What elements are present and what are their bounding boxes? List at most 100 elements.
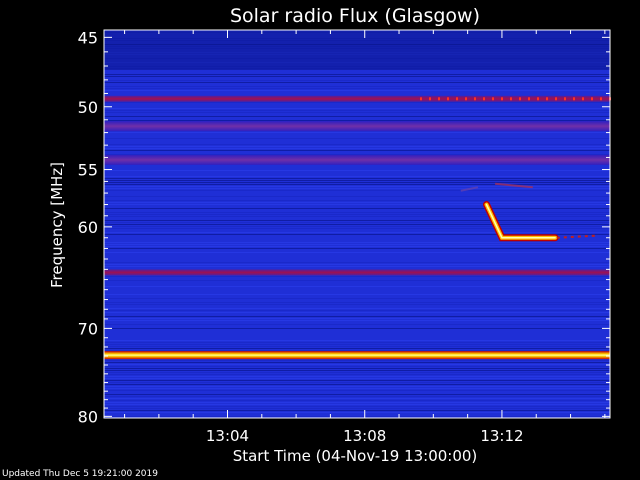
texture-line: [104, 148, 610, 149]
x-axis-label: Start Time (04-Nov-19 13:00:00): [233, 447, 478, 465]
texture-line: [104, 364, 610, 365]
texture-line: [104, 348, 610, 349]
texture-line: [104, 386, 610, 387]
y-tick-label: 55: [78, 161, 98, 180]
texture-line: [104, 170, 610, 171]
texture-line: [104, 178, 610, 179]
texture-line: [104, 224, 610, 225]
band-marker: [501, 97, 503, 101]
texture-line: [104, 216, 610, 217]
low-intensity-region: [104, 30, 610, 70]
texture-line: [104, 374, 610, 375]
texture-line: [104, 340, 610, 341]
texture-line: [104, 366, 610, 367]
texture-line: [104, 276, 610, 277]
band-marker: [420, 97, 422, 101]
texture-line: [104, 318, 610, 319]
band-marker: [555, 97, 557, 101]
band-marker: [483, 97, 485, 101]
texture-line: [104, 280, 610, 281]
texture-line: [104, 132, 610, 133]
texture-line: [104, 324, 610, 325]
texture-line: [104, 404, 610, 405]
texture-line: [104, 384, 610, 385]
band-marker: [591, 97, 593, 101]
texture-line: [104, 342, 610, 343]
band-marker: [564, 97, 566, 101]
texture-line: [104, 286, 610, 287]
texture-line: [104, 394, 610, 395]
texture-line: [104, 102, 610, 103]
texture-line: [104, 150, 610, 151]
texture-line: [104, 412, 610, 413]
band-marker: [429, 97, 431, 101]
texture-line: [104, 262, 610, 263]
texture-line: [104, 214, 610, 215]
interference-band: [104, 351, 610, 360]
y-tick-label: 60: [78, 218, 98, 237]
texture-line: [104, 82, 610, 83]
band-marker: [519, 97, 521, 101]
texture-line: [104, 188, 610, 189]
texture-line: [104, 248, 610, 249]
texture-line: [104, 86, 610, 87]
band-marker: [465, 97, 467, 101]
texture-line: [104, 116, 610, 117]
texture-line: [104, 112, 610, 113]
texture-line: [104, 346, 610, 347]
texture-line: [104, 390, 610, 391]
band-marker: [492, 97, 494, 101]
texture-line: [104, 360, 610, 361]
band-marker: [582, 97, 584, 101]
texture-line: [104, 408, 610, 409]
band-marker: [456, 97, 458, 101]
texture-line: [104, 220, 610, 221]
texture-line: [104, 202, 610, 203]
texture-line: [104, 222, 610, 223]
texture-line: [104, 368, 610, 369]
band-marker: [474, 97, 476, 101]
texture-line: [104, 252, 610, 253]
texture-line: [104, 312, 610, 313]
band-marker: [546, 97, 548, 101]
texture-line: [104, 266, 610, 267]
y-axis-label: Frequency [MHz]: [48, 162, 66, 288]
texture-line: [104, 396, 610, 397]
texture-line: [104, 370, 610, 371]
texture-line: [104, 146, 610, 147]
texture-line: [104, 90, 610, 91]
interference-band: [104, 121, 610, 132]
texture-line: [104, 228, 610, 229]
texture-line: [104, 402, 610, 403]
texture-line: [104, 344, 610, 345]
texture-line: [104, 372, 610, 373]
texture-line: [104, 80, 610, 81]
chart-title: Solar radio Flux (Glasgow): [230, 5, 480, 27]
band-marker: [537, 97, 539, 101]
texture-line: [104, 398, 610, 399]
x-tick-label: 13:12: [480, 427, 523, 445]
texture-line: [104, 184, 610, 185]
interference-band: [104, 269, 610, 276]
y-tick-label: 50: [78, 98, 98, 117]
texture-line: [104, 378, 610, 379]
y-tick-label: 70: [78, 319, 98, 338]
texture-line: [104, 144, 610, 145]
texture-line: [104, 308, 610, 309]
texture-line: [104, 304, 610, 305]
texture-line: [104, 316, 610, 317]
x-tick-label: 13:04: [206, 427, 249, 445]
texture-line: [104, 232, 610, 233]
texture-line: [104, 204, 610, 205]
texture-line: [104, 376, 610, 377]
texture-line: [104, 416, 610, 417]
texture-line: [104, 380, 610, 381]
texture-line: [104, 138, 610, 139]
band-marker: [438, 97, 440, 101]
texture-line: [104, 246, 610, 247]
band-marker: [447, 97, 449, 101]
texture-line: [104, 382, 610, 383]
plot-area: [103, 29, 611, 419]
y-tick-label: 45: [78, 28, 98, 47]
texture-line: [104, 242, 610, 243]
